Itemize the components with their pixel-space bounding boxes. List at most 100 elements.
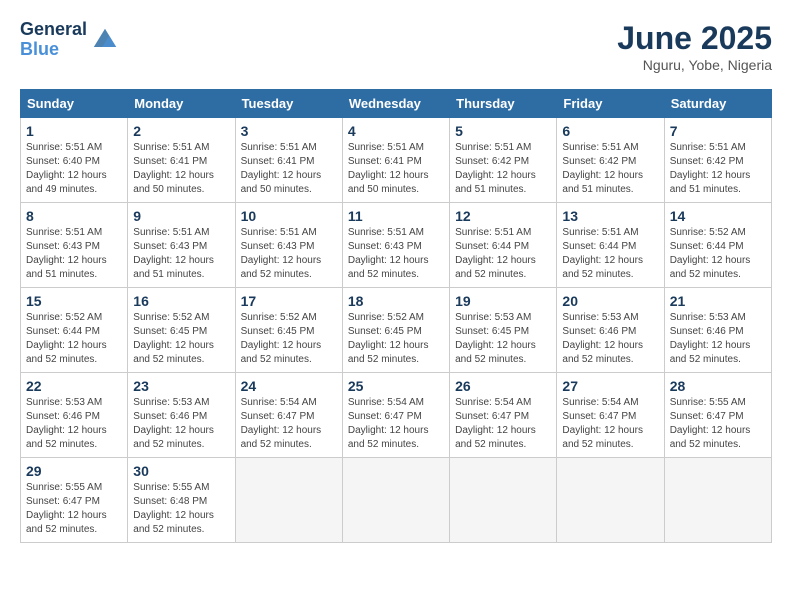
day-number: 25 bbox=[348, 378, 444, 394]
empty-cell bbox=[235, 458, 342, 543]
day-number: 6 bbox=[562, 123, 658, 139]
day-info: Sunrise: 5:51 AMSunset: 6:40 PMDaylight:… bbox=[26, 141, 122, 197]
day-cell-24: 24Sunrise: 5:54 AMSunset: 6:47 PMDayligh… bbox=[235, 373, 342, 458]
day-cell-23: 23 Sunrise: 5:53 AMSunset: 6:46 PMDayligh… bbox=[128, 373, 235, 458]
day-info: Sunrise: 5:51 AMSunset: 6:41 PMDaylight:… bbox=[241, 141, 337, 197]
day-cell-11: 11 Sunrise: 5:51 AMSunset: 6:43 PMDayligh… bbox=[342, 203, 449, 288]
day-number: 22 bbox=[26, 378, 122, 394]
day-cell-14: 14Sunrise: 5:52 AMSunset: 6:44 PMDayligh… bbox=[664, 203, 771, 288]
calendar-title: June 2025 bbox=[617, 20, 772, 57]
day-number: 9 bbox=[133, 208, 229, 224]
day-info: Sunrise: 5:51 AMSunset: 6:41 PMDaylight:… bbox=[133, 141, 229, 197]
day-number: 10 bbox=[241, 208, 337, 224]
day-info: Sunrise: 5:53 AMSunset: 6:46 PMDaylight:… bbox=[133, 396, 229, 452]
day-number: 18 bbox=[348, 293, 444, 309]
day-cell-29: 29 Sunrise: 5:55 AMSunset: 6:47 PMDayligh… bbox=[21, 458, 128, 543]
day-cell-17: 17 Sunrise: 5:52 AMSunset: 6:45 PMDayligh… bbox=[235, 288, 342, 373]
day-number: 20 bbox=[562, 293, 658, 309]
day-number: 27 bbox=[562, 378, 658, 394]
day-cell-26: 26 Sunrise: 5:54 AMSunset: 6:47 PMDayligh… bbox=[450, 373, 557, 458]
calendar-week-4: 22 Sunrise: 5:53 AMSunset: 6:46 PMDayligh… bbox=[21, 373, 772, 458]
empty-cell bbox=[664, 458, 771, 543]
day-info: Sunrise: 5:51 AMSunset: 6:44 PMDaylight:… bbox=[455, 226, 551, 282]
day-cell-30: 30Sunrise: 5:55 AMSunset: 6:48 PMDayligh… bbox=[128, 458, 235, 543]
day-info: Sunrise: 5:55 AMSunset: 6:48 PMDaylight:… bbox=[133, 481, 229, 537]
header-friday: Friday bbox=[557, 90, 664, 118]
day-info: Sunrise: 5:51 AMSunset: 6:42 PMDaylight:… bbox=[562, 141, 658, 197]
day-number: 26 bbox=[455, 378, 551, 394]
day-number: 3 bbox=[241, 123, 337, 139]
day-info: Sunrise: 5:51 AMSunset: 6:44 PMDaylight:… bbox=[562, 226, 658, 282]
day-info: Sunrise: 5:52 AMSunset: 6:45 PMDaylight:… bbox=[133, 311, 229, 367]
day-info: Sunrise: 5:51 AMSunset: 6:43 PMDaylight:… bbox=[241, 226, 337, 282]
day-header-row: SundayMondayTuesdayWednesdayThursdayFrid… bbox=[21, 90, 772, 118]
day-number: 7 bbox=[670, 123, 766, 139]
day-info: Sunrise: 5:55 AMSunset: 6:47 PMDaylight:… bbox=[26, 481, 122, 537]
day-cell-18: 18 Sunrise: 5:52 AMSunset: 6:45 PMDayligh… bbox=[342, 288, 449, 373]
day-info: Sunrise: 5:53 AMSunset: 6:46 PMDaylight:… bbox=[562, 311, 658, 367]
logo-icon bbox=[91, 26, 119, 54]
day-number: 5 bbox=[455, 123, 551, 139]
calendar-week-3: 15 Sunrise: 5:52 AMSunset: 6:44 PMDayligh… bbox=[21, 288, 772, 373]
day-cell-6: 6 Sunrise: 5:51 AMSunset: 6:42 PMDaylight… bbox=[557, 118, 664, 203]
day-info: Sunrise: 5:51 AMSunset: 6:43 PMDaylight:… bbox=[26, 226, 122, 282]
day-number: 29 bbox=[26, 463, 122, 479]
day-info: Sunrise: 5:53 AMSunset: 6:46 PMDaylight:… bbox=[26, 396, 122, 452]
day-info: Sunrise: 5:51 AMSunset: 6:41 PMDaylight:… bbox=[348, 141, 444, 197]
day-number: 11 bbox=[348, 208, 444, 224]
day-cell-27: 27 Sunrise: 5:54 AMSunset: 6:47 PMDayligh… bbox=[557, 373, 664, 458]
day-info: Sunrise: 5:52 AMSunset: 6:45 PMDaylight:… bbox=[348, 311, 444, 367]
calendar-week-1: 1 Sunrise: 5:51 AMSunset: 6:40 PMDaylight… bbox=[21, 118, 772, 203]
day-number: 15 bbox=[26, 293, 122, 309]
day-info: Sunrise: 5:51 AMSunset: 6:43 PMDaylight:… bbox=[348, 226, 444, 282]
day-number: 23 bbox=[133, 378, 229, 394]
day-cell-15: 15 Sunrise: 5:52 AMSunset: 6:44 PMDayligh… bbox=[21, 288, 128, 373]
day-cell-8: 8 Sunrise: 5:51 AMSunset: 6:43 PMDaylight… bbox=[21, 203, 128, 288]
logo: GeneralBlue bbox=[20, 20, 119, 60]
day-info: Sunrise: 5:51 AMSunset: 6:42 PMDaylight:… bbox=[455, 141, 551, 197]
empty-cell bbox=[557, 458, 664, 543]
day-info: Sunrise: 5:52 AMSunset: 6:44 PMDaylight:… bbox=[670, 226, 766, 282]
day-cell-5: 5 Sunrise: 5:51 AMSunset: 6:42 PMDaylight… bbox=[450, 118, 557, 203]
day-cell-20: 20 Sunrise: 5:53 AMSunset: 6:46 PMDayligh… bbox=[557, 288, 664, 373]
day-cell-2: 2 Sunrise: 5:51 AMSunset: 6:41 PMDaylight… bbox=[128, 118, 235, 203]
day-number: 13 bbox=[562, 208, 658, 224]
day-info: Sunrise: 5:54 AMSunset: 6:47 PMDaylight:… bbox=[348, 396, 444, 452]
day-number: 17 bbox=[241, 293, 337, 309]
day-cell-4: 4Sunrise: 5:51 AMSunset: 6:41 PMDaylight… bbox=[342, 118, 449, 203]
day-info: Sunrise: 5:54 AMSunset: 6:47 PMDaylight:… bbox=[562, 396, 658, 452]
empty-cell bbox=[342, 458, 449, 543]
day-cell-9: 9 Sunrise: 5:51 AMSunset: 6:43 PMDaylight… bbox=[128, 203, 235, 288]
calendar-week-5: 29 Sunrise: 5:55 AMSunset: 6:47 PMDayligh… bbox=[21, 458, 772, 543]
day-number: 12 bbox=[455, 208, 551, 224]
header-thursday: Thursday bbox=[450, 90, 557, 118]
day-cell-1: 1 Sunrise: 5:51 AMSunset: 6:40 PMDaylight… bbox=[21, 118, 128, 203]
header-monday: Monday bbox=[128, 90, 235, 118]
header: GeneralBlue June 2025 Nguru, Yobe, Niger… bbox=[20, 20, 772, 73]
day-cell-10: 10 Sunrise: 5:51 AMSunset: 6:43 PMDayligh… bbox=[235, 203, 342, 288]
day-info: Sunrise: 5:54 AMSunset: 6:47 PMDaylight:… bbox=[455, 396, 551, 452]
day-cell-7: 7Sunrise: 5:51 AMSunset: 6:42 PMDaylight… bbox=[664, 118, 771, 203]
day-info: Sunrise: 5:51 AMSunset: 6:43 PMDaylight:… bbox=[133, 226, 229, 282]
calendar-week-2: 8 Sunrise: 5:51 AMSunset: 6:43 PMDaylight… bbox=[21, 203, 772, 288]
header-saturday: Saturday bbox=[664, 90, 771, 118]
day-info: Sunrise: 5:52 AMSunset: 6:44 PMDaylight:… bbox=[26, 311, 122, 367]
day-cell-22: 22 Sunrise: 5:53 AMSunset: 6:46 PMDayligh… bbox=[21, 373, 128, 458]
day-number: 8 bbox=[26, 208, 122, 224]
day-cell-21: 21Sunrise: 5:53 AMSunset: 6:46 PMDayligh… bbox=[664, 288, 771, 373]
day-number: 2 bbox=[133, 123, 229, 139]
header-wednesday: Wednesday bbox=[342, 90, 449, 118]
header-sunday: Sunday bbox=[21, 90, 128, 118]
calendar-table: SundayMondayTuesdayWednesdayThursdayFrid… bbox=[20, 89, 772, 543]
empty-cell bbox=[450, 458, 557, 543]
logo-text: GeneralBlue bbox=[20, 20, 87, 60]
day-number: 1 bbox=[26, 123, 122, 139]
day-info: Sunrise: 5:54 AMSunset: 6:47 PMDaylight:… bbox=[241, 396, 337, 452]
title-area: June 2025 Nguru, Yobe, Nigeria bbox=[617, 20, 772, 73]
day-info: Sunrise: 5:52 AMSunset: 6:45 PMDaylight:… bbox=[241, 311, 337, 367]
day-cell-28: 28Sunrise: 5:55 AMSunset: 6:47 PMDayligh… bbox=[664, 373, 771, 458]
day-number: 16 bbox=[133, 293, 229, 309]
day-cell-16: 16 Sunrise: 5:52 AMSunset: 6:45 PMDayligh… bbox=[128, 288, 235, 373]
day-cell-19: 19Sunrise: 5:53 AMSunset: 6:45 PMDayligh… bbox=[450, 288, 557, 373]
header-tuesday: Tuesday bbox=[235, 90, 342, 118]
